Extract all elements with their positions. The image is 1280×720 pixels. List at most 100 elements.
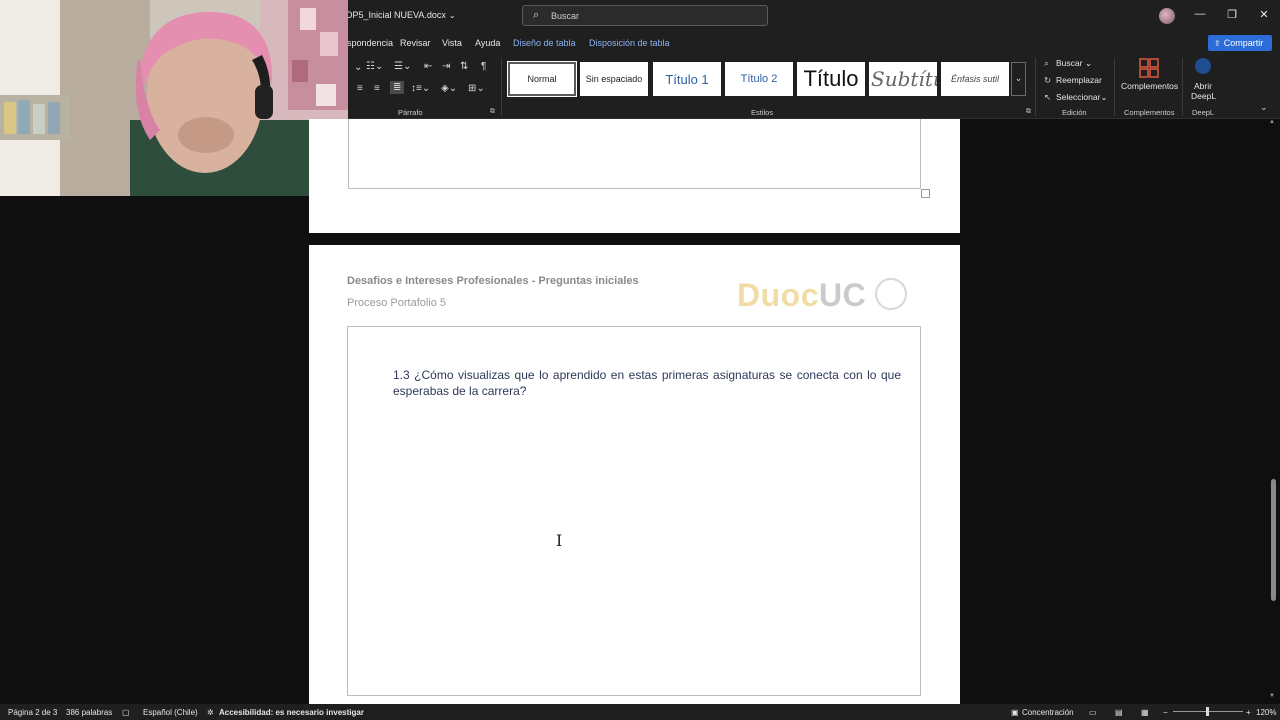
document-page[interactable]: Desafios e Intereses Profesionales - Pre… xyxy=(309,245,960,710)
dialog-launcher-icon[interactable]: ⧉ xyxy=(490,108,495,116)
tab-revisar[interactable]: Revisar xyxy=(400,38,431,48)
vertical-scrollbar[interactable]: ▲ ▼ xyxy=(1268,119,1280,705)
tab-diseno-de-tabla[interactable]: Diseño de tabla xyxy=(513,38,576,48)
scroll-up-icon[interactable]: ▲ xyxy=(1269,119,1275,125)
restore-button[interactable]: ❐ xyxy=(1224,8,1240,21)
style-normal[interactable]: Normal xyxy=(507,61,577,97)
avatar[interactable] xyxy=(1159,8,1175,24)
close-button[interactable]: ✕ xyxy=(1256,8,1272,21)
addins-icon[interactable] xyxy=(1139,58,1159,78)
document-title[interactable]: DP5_Inicial NUEVA.docx ⌄ xyxy=(346,10,456,20)
select-label: Seleccionar xyxy=(1056,92,1101,102)
zoom-out-icon[interactable]: − xyxy=(1163,708,1168,717)
pilcrow-icon[interactable]: ¶ xyxy=(481,61,486,72)
accessibility-status[interactable]: Accesibilidad: es necesario investigar xyxy=(219,708,364,717)
replace-button[interactable]: ↻ Reemplazar xyxy=(1044,75,1102,86)
find-button[interactable]: ⌕ Buscar ⌄ xyxy=(1044,58,1092,69)
share-label: Compartir xyxy=(1223,38,1264,48)
group-divider xyxy=(501,58,502,116)
webcam-image xyxy=(0,0,348,196)
focus-mode-button[interactable]: Concentración xyxy=(1022,708,1074,717)
deepl-button-line2[interactable]: DeepL xyxy=(1191,91,1216,101)
logo-text-duoc: Duoc xyxy=(737,277,819,313)
print-layout-icon[interactable]: ▤ xyxy=(1115,708,1123,717)
accessibility-icon[interactable]: ✲ xyxy=(207,708,214,717)
deepl-icon[interactable] xyxy=(1195,58,1211,74)
zoom-in-icon[interactable]: + xyxy=(1246,708,1251,717)
style-sin-espaciado[interactable]: Sin espaciado xyxy=(580,62,648,96)
duocuc-logo: DuocUC xyxy=(737,277,866,314)
styles-more-icon[interactable]: ⌄ xyxy=(1011,62,1026,96)
read-mode-icon[interactable]: ▭ xyxy=(1089,708,1097,717)
addins-group-label: Complementos xyxy=(1124,108,1175,117)
replace-icon: ↻ xyxy=(1044,75,1052,85)
text-cursor-icon: I xyxy=(556,531,563,550)
align-center-icon[interactable]: ≡ xyxy=(357,83,363,94)
deepl-button-line1[interactable]: Abrir xyxy=(1194,81,1212,91)
justify-icon[interactable]: ≣ xyxy=(390,81,405,94)
table-cell[interactable] xyxy=(348,119,921,189)
focus-icon[interactable]: ▣ xyxy=(1011,708,1019,717)
styles-launcher-icon[interactable]: ⧉ xyxy=(1026,108,1031,116)
multilevel-list-icon[interactable]: ⌄ xyxy=(354,62,362,73)
multilevel-icon[interactable]: ☰⌄ xyxy=(394,61,411,72)
answer-table-cell[interactable]: 1.3 ¿Cómo visualizas que lo aprendido en… xyxy=(347,326,921,696)
share-icon: ⇪ xyxy=(1214,39,1221,48)
editing-group-label: Edición xyxy=(1062,108,1087,117)
tab-disposicion-de-tabla[interactable]: Disposición de tabla xyxy=(589,38,670,48)
line-spacing-icon[interactable]: ↕≡⌄ xyxy=(411,83,430,94)
scrollbar-thumb[interactable] xyxy=(1271,479,1276,601)
borders-icon[interactable]: ⊞⌄ xyxy=(468,83,485,94)
document-name[interactable]: DP5_Inicial NUEVA.docx xyxy=(346,10,446,20)
page-header-title: Desafios e Intereses Profesionales - Pre… xyxy=(347,275,639,287)
web-layout-icon[interactable]: ▦ xyxy=(1141,708,1149,717)
chevron-down-icon: ⌄ xyxy=(1084,58,1092,68)
shading-icon[interactable]: ◈⌄ xyxy=(441,83,457,94)
search-icon: ⌕ xyxy=(1044,58,1049,68)
group-divider xyxy=(1035,58,1036,116)
style-titulo-2[interactable]: Título 2 xyxy=(725,62,793,96)
align-right-icon[interactable]: ≡ xyxy=(374,83,380,94)
style-subtitulo[interactable]: Subtítu xyxy=(869,62,937,96)
group-divider xyxy=(1182,58,1183,116)
style-enfasis-sutil[interactable]: Énfasis sutil xyxy=(941,62,1009,96)
zoom-level[interactable]: 120% xyxy=(1256,708,1276,717)
find-label: Buscar xyxy=(1056,58,1083,68)
chevron-down-icon: ⌄ xyxy=(1100,92,1108,102)
style-titulo[interactable]: Título xyxy=(797,62,865,96)
word-count[interactable]: 386 palabras xyxy=(66,708,112,717)
decrease-indent-icon[interactable]: ⇤ xyxy=(424,61,432,72)
logo-text-uc: UC xyxy=(819,277,867,313)
style-titulo-1[interactable]: Título 1 xyxy=(653,62,721,96)
minimize-button[interactable]: — xyxy=(1192,8,1208,20)
document-page[interactable] xyxy=(309,119,960,233)
sort-icon[interactable]: ⇅ xyxy=(460,61,468,72)
tab-vista[interactable]: Vista xyxy=(442,38,462,48)
language-indicator[interactable]: Español (Chile) xyxy=(143,708,198,717)
share-button[interactable]: ⇪ Compartir ⌄ xyxy=(1208,35,1272,58)
replace-label: Reemplazar xyxy=(1056,75,1102,85)
scroll-down-icon[interactable]: ▼ xyxy=(1269,693,1275,699)
select-button[interactable]: ↖ Seleccionar⌄ xyxy=(1044,92,1108,103)
search-icon: ⌕ xyxy=(533,9,540,21)
proofing-icon[interactable]: ▢ xyxy=(122,708,130,717)
tab-ayuda[interactable]: Ayuda xyxy=(475,38,500,48)
increase-indent-icon[interactable]: ⇥ xyxy=(442,61,450,72)
group-divider xyxy=(1114,58,1115,116)
search-input[interactable]: ⌕ Buscar xyxy=(522,5,768,26)
deepl-group-label: DeepL xyxy=(1192,108,1215,117)
table-resize-handle[interactable] xyxy=(921,189,930,198)
collapse-ribbon-icon[interactable]: ⌄ xyxy=(1260,102,1268,113)
webcam-overlay xyxy=(0,0,348,196)
addins-button[interactable]: Complementos xyxy=(1121,81,1178,91)
status-bar: Página 2 de 3 386 palabras ▢ Español (Ch… xyxy=(0,704,1280,720)
page-count[interactable]: Página 2 de 3 xyxy=(8,708,57,717)
numbering-icon[interactable]: ☷⌄ xyxy=(366,61,383,72)
cursor-icon: ↖ xyxy=(1044,92,1052,102)
question-text[interactable]: 1.3 ¿Cómo visualizas que lo aprendido en… xyxy=(393,367,901,399)
zoom-slider-thumb[interactable] xyxy=(1206,707,1209,716)
paragraph-group-label: Párrafo xyxy=(398,108,423,117)
chevron-down-icon[interactable]: ⌄ xyxy=(449,11,456,20)
page-header-subtitle: Proceso Portafolio 5 xyxy=(347,297,447,309)
search-placeholder: Buscar xyxy=(551,11,580,21)
